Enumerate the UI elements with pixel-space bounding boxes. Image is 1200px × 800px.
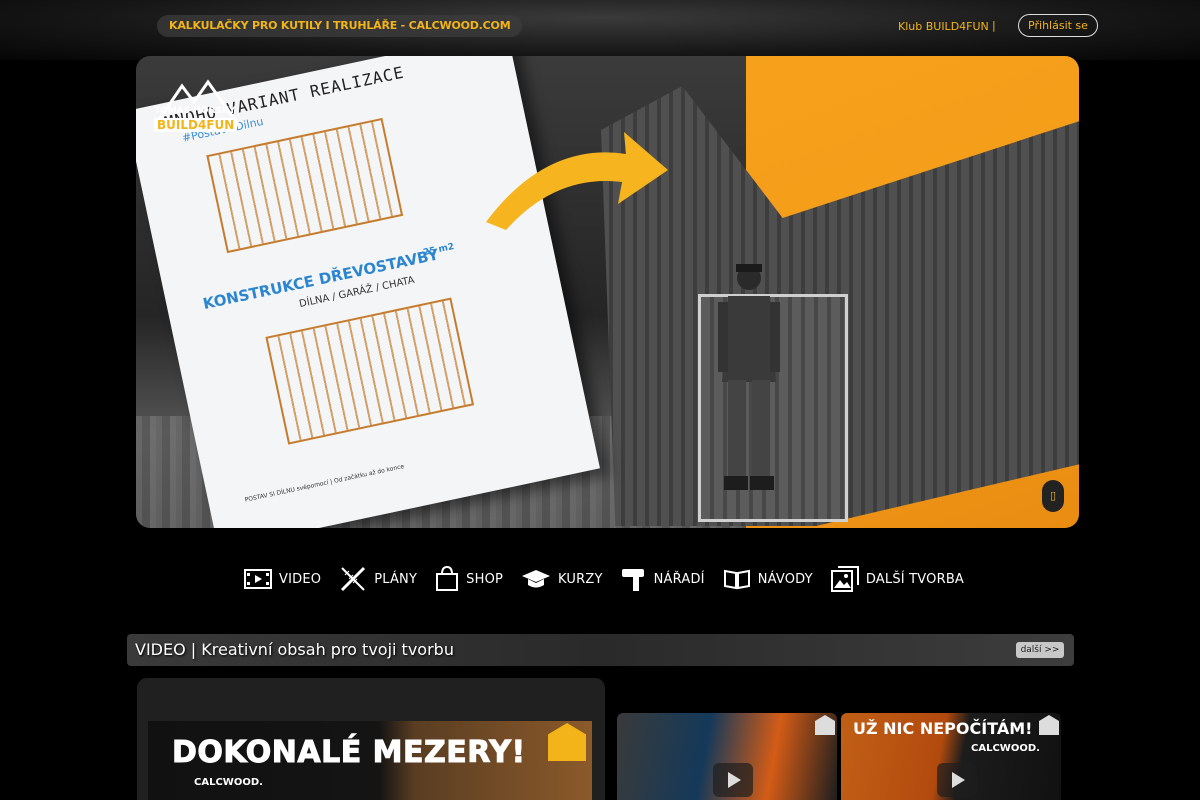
build4fun-badge-icon bbox=[815, 715, 835, 735]
hero-banner[interactable]: MNOHO VARIANT REALIZACE #PostavsiDilnu K… bbox=[136, 56, 1079, 528]
chevron-right-icon: ▯ bbox=[1049, 489, 1057, 502]
nav-item-plany[interactable]: PLÁNY bbox=[339, 562, 417, 596]
video-title: UŽ NIC NEPOČÍTÁM! bbox=[853, 719, 1033, 738]
login-button[interactable]: Přihlásit se bbox=[1018, 14, 1098, 37]
build4fun-badge-icon bbox=[1039, 715, 1059, 735]
featured-video-title: DOKONALÉ MEZERY! bbox=[172, 735, 526, 771]
frame-illustration-top bbox=[206, 117, 404, 254]
slider-next-button[interactable]: ▯ bbox=[1042, 480, 1064, 512]
nav-item-label: VIDEO bbox=[279, 571, 322, 587]
category-nav: VIDEO PLÁNY SHOP KURZY NÁŘADÍ NÁVODY DAL… bbox=[244, 562, 982, 596]
nav-item-label: PLÁNY bbox=[374, 571, 418, 587]
header-separator: | bbox=[992, 19, 996, 32]
nav-item-naradi[interactable]: NÁŘADÍ bbox=[621, 562, 705, 596]
nav-item-label: NÁŘADÍ bbox=[653, 571, 705, 587]
frame-illustration-bottom bbox=[265, 297, 475, 445]
brand-tag: BUILD4FUN bbox=[154, 118, 238, 132]
play-icon[interactable] bbox=[937, 763, 977, 797]
nav-item-video[interactable]: VIDEO bbox=[244, 562, 321, 596]
ruler-pencil-icon bbox=[341, 566, 366, 592]
build4fun-badge-icon bbox=[548, 723, 586, 761]
film-icon bbox=[244, 569, 272, 589]
nav-item-shop[interactable]: SHOP bbox=[435, 562, 503, 596]
video-brand: CALCWOOD. bbox=[971, 743, 1040, 754]
nav-item-kurzy[interactable]: KURZY bbox=[521, 562, 603, 596]
more-button[interactable]: další >> bbox=[1016, 642, 1064, 658]
nav-item-dalsi-tvorba[interactable]: DALŠÍ TVORBA bbox=[830, 562, 965, 596]
featured-video-card[interactable]: DOKONALÉ MEZERY! CALCWOOD. bbox=[137, 678, 605, 800]
featured-video-brand: CALCWOOD. bbox=[194, 777, 263, 788]
graduation-cap-icon bbox=[522, 570, 551, 588]
curved-arrow-icon bbox=[486, 132, 668, 230]
section-title: VIDEO | Kreativní obsah pro tvoji tvorbu bbox=[135, 640, 454, 659]
nav-item-label: DALŠÍ TVORBA bbox=[865, 571, 965, 587]
video-section-header: VIDEO | Kreativní obsah pro tvoji tvorbu… bbox=[127, 634, 1074, 666]
featured-video-thumbnail[interactable]: DOKONALÉ MEZERY! CALCWOOD. bbox=[148, 721, 592, 800]
nav-item-label: NÁVODY bbox=[757, 571, 813, 587]
shopping-bag-icon bbox=[436, 566, 459, 591]
club-link[interactable]: Klub BUILD4FUN bbox=[898, 20, 989, 33]
nav-item-label: KURZY bbox=[558, 571, 603, 587]
video-thumbnail[interactable] bbox=[617, 713, 837, 800]
play-icon[interactable] bbox=[713, 763, 753, 797]
builder-figure bbox=[718, 264, 780, 490]
image-gallery-icon bbox=[830, 566, 859, 592]
calcwood-promo-link[interactable]: KALKULAČKY PRO KUTILY I TRUHLÁŘE - CALCW… bbox=[157, 15, 523, 37]
video-thumbnail[interactable]: UŽ NIC NEPOČÍTÁM! CALCWOOD. bbox=[841, 713, 1061, 800]
nav-item-label: SHOP bbox=[466, 571, 504, 587]
open-book-icon bbox=[723, 569, 750, 590]
brand-name: TOMAS HORSKY bbox=[154, 106, 236, 116]
nav-item-navody[interactable]: NÁVODY bbox=[723, 562, 813, 596]
drill-icon bbox=[621, 569, 644, 591]
